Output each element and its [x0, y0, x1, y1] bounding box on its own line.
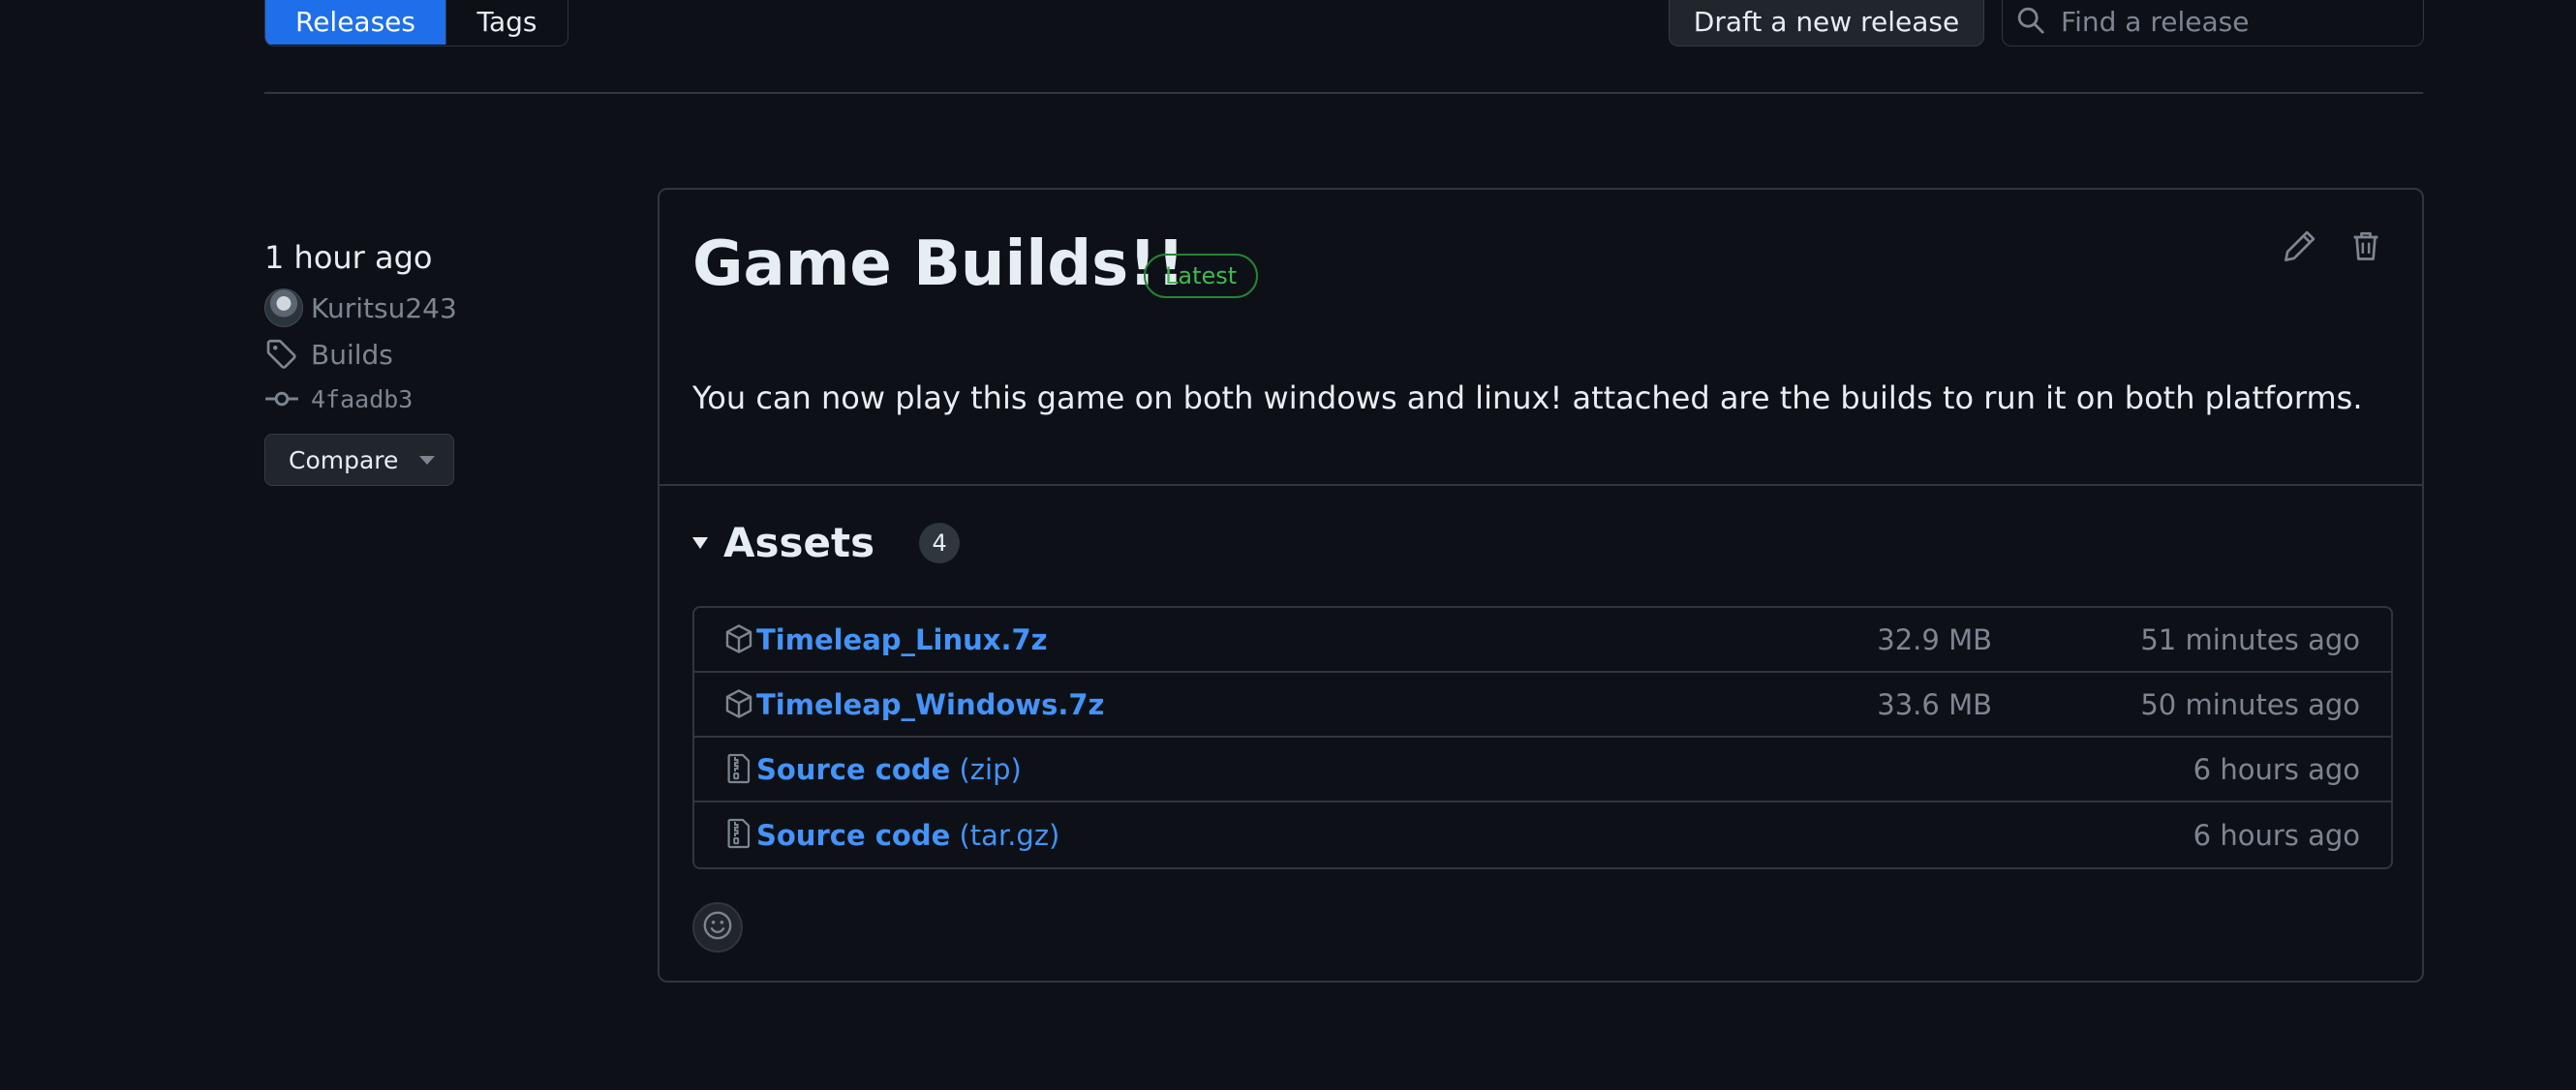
asset-time: 6 hours ago — [2193, 752, 2360, 786]
release-card: Game Builds!! Latest You can now play th… — [658, 188, 2424, 983]
avatar[interactable] — [264, 288, 303, 327]
asset-name[interactable]: Source code — [756, 753, 950, 786]
asset-row: Timeleap_Windows.7z 33.6 MB 50 minutes a… — [694, 673, 2391, 738]
find-release-search[interactable] — [2002, 0, 2424, 46]
release-title[interactable]: Game Builds!! — [692, 228, 1185, 300]
triangle-down-icon — [692, 536, 708, 549]
asset-link[interactable]: Source code (tar.gz) — [756, 819, 1059, 852]
git-commit-icon — [264, 381, 299, 416]
add-reaction-button[interactable] — [692, 902, 743, 953]
asset-list: Timeleap_Linux.7z 32.9 MB 51 minutes ago… — [692, 606, 2393, 869]
tab-releases[interactable]: Releases — [265, 0, 445, 45]
asset-size: 32.9 MB — [1877, 622, 1992, 656]
release-header: Game Builds!! Latest You can now play th… — [659, 190, 2422, 486]
tag-icon — [264, 337, 299, 372]
pencil-icon[interactable] — [2283, 228, 2317, 263]
asset-link[interactable]: Source code (zip) — [756, 753, 1022, 786]
asset-name[interactable]: Timeleap_Linux.7z — [756, 623, 1048, 656]
assets-toggle[interactable]: Assets 4 — [692, 519, 961, 566]
asset-link[interactable]: Timeleap_Linux.7z — [756, 623, 1048, 656]
release-time: 1 hour ago — [264, 239, 433, 276]
header-divider — [264, 92, 2423, 94]
trash-icon[interactable] — [2348, 228, 2383, 263]
releases-tags-switch: Releases Tags — [264, 0, 568, 46]
asset-size: 33.6 MB — [1877, 687, 1992, 721]
tag-name[interactable]: Builds — [311, 339, 393, 371]
file-zip-icon — [723, 753, 754, 784]
commit-hash[interactable]: 4faadb3 — [311, 385, 413, 413]
search-input[interactable] — [2059, 5, 2407, 39]
asset-time: 51 minutes ago — [2140, 622, 2360, 656]
author-name[interactable]: Kuritsu243 — [311, 292, 457, 324]
asset-row: Timeleap_Linux.7z 32.9 MB 51 minutes ago — [694, 608, 2391, 673]
release-notes: You can now play this game on both windo… — [692, 379, 2363, 416]
asset-row: Source code (zip) 6 hours ago — [694, 738, 2391, 802]
smiley-icon — [702, 910, 733, 945]
assets-count-badge: 4 — [919, 522, 961, 563]
draft-new-release-button[interactable]: Draft a new release — [1669, 0, 1984, 46]
asset-link[interactable]: Timeleap_Windows.7z — [756, 688, 1104, 721]
release-commit[interactable]: 4faadb3 — [264, 381, 457, 416]
asset-suffix[interactable]: (zip) — [950, 753, 1021, 786]
assets-title: Assets — [723, 519, 875, 566]
search-icon — [2016, 6, 2045, 39]
package-icon — [723, 688, 754, 719]
release-tag[interactable]: Builds — [264, 337, 457, 372]
release-meta: 1 hour ago Kuritsu243 Builds 4faadb3 Com… — [264, 236, 457, 486]
tab-tags[interactable]: Tags — [445, 0, 567, 45]
asset-name[interactable]: Source code — [756, 819, 950, 852]
asset-name[interactable]: Timeleap_Windows.7z — [756, 688, 1104, 721]
latest-badge: Latest — [1144, 254, 1259, 298]
compare-label: Compare — [289, 445, 399, 474]
asset-suffix[interactable]: (tar.gz) — [950, 819, 1059, 852]
asset-row: Source code (tar.gz) 6 hours ago — [694, 802, 2391, 867]
package-icon — [723, 623, 754, 654]
chevron-down-icon — [419, 455, 436, 465]
release-author[interactable]: Kuritsu243 — [264, 288, 457, 327]
asset-time: 6 hours ago — [2193, 818, 2360, 852]
file-zip-icon — [723, 818, 754, 849]
asset-time: 50 minutes ago — [2140, 687, 2360, 721]
compare-button[interactable]: Compare — [264, 434, 454, 486]
release-toolbar: Releases Tags Draft a new release — [264, 0, 2424, 46]
